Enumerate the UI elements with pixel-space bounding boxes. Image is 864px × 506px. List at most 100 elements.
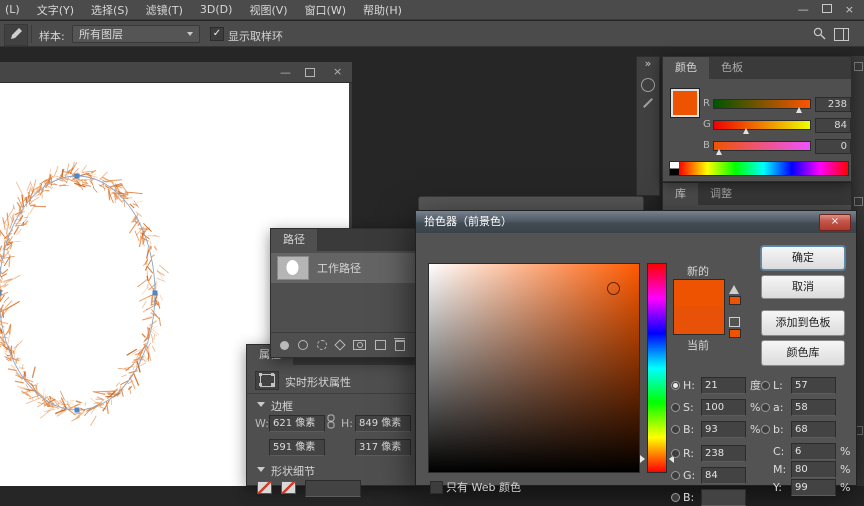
color-picker-titlebar[interactable]: 拾色器（前景色） × <box>416 211 856 233</box>
blue-value-input[interactable]: 0 <box>815 139 851 154</box>
y-input[interactable]: 99 <box>791 479 836 496</box>
dock-panel-icon-1[interactable] <box>641 78 655 92</box>
blue-slider[interactable] <box>713 141 811 151</box>
document-titlebar[interactable]: — × <box>0 62 352 83</box>
s-radio[interactable] <box>671 403 680 412</box>
b2-radio[interactable] <box>671 493 680 502</box>
width-input[interactable]: 621 像素 <box>269 415 325 432</box>
eyedropper-tool-button[interactable] <box>4 24 28 46</box>
c-input[interactable]: 6 <box>791 443 836 460</box>
stroke-path-icon[interactable] <box>298 340 308 350</box>
fill-color-chip[interactable] <box>257 481 272 494</box>
menu-item-help[interactable]: 帮助(H) <box>363 2 402 18</box>
chevron-down-icon[interactable] <box>257 467 265 472</box>
search-button[interactable] <box>812 26 827 44</box>
stroke-width-input[interactable] <box>305 480 361 497</box>
red-slider-handle[interactable] <box>796 107 802 113</box>
app-minimize-button[interactable]: — <box>798 3 809 16</box>
b-input[interactable]: 93 <box>701 421 746 438</box>
hue-strip[interactable] <box>647 263 667 473</box>
color-spectrum-ramp[interactable] <box>669 161 849 176</box>
menu-item-filter[interactable]: 滤镜(T) <box>146 2 183 18</box>
show-sampling-ring-checkbox[interactable]: ✓ <box>210 27 224 41</box>
lab-b-radio[interactable] <box>761 425 770 434</box>
dock-panel-icon-2[interactable] <box>643 98 653 108</box>
fill-path-icon[interactable] <box>280 341 289 350</box>
menu-item-type[interactable]: 文字(Y) <box>37 2 74 18</box>
r-radio[interactable] <box>671 449 680 458</box>
menu-item-layer[interactable]: (L) <box>5 3 20 16</box>
menu-item-window[interactable]: 窗口(W) <box>305 2 346 18</box>
l-input[interactable]: 57 <box>791 377 836 394</box>
x-input[interactable]: 591 像素 <box>269 439 325 456</box>
add-mask-icon[interactable] <box>353 340 366 350</box>
hue-slider-arrow-left[interactable] <box>640 455 645 463</box>
tab-color[interactable]: 颜色 <box>663 57 709 79</box>
field-label: B: <box>683 423 698 436</box>
expand-dock-button[interactable]: » <box>637 57 659 70</box>
s-input[interactable]: 100 <box>701 399 746 416</box>
sv-marker[interactable] <box>607 282 620 295</box>
green-slider-handle[interactable] <box>743 128 749 134</box>
stroke-color-chip[interactable] <box>281 481 296 494</box>
link-dimensions-icon[interactable] <box>325 414 337 430</box>
add-to-swatches-button[interactable]: 添加到色板 <box>761 310 845 336</box>
cancel-button[interactable]: 取消 <box>761 275 845 299</box>
tab-paths[interactable]: 路径 <box>271 229 317 251</box>
field-unit: % <box>840 463 854 476</box>
b-radio[interactable] <box>671 425 680 434</box>
l-radio[interactable] <box>761 381 770 390</box>
doc-minimize-button[interactable]: — <box>280 66 291 79</box>
path-to-selection-icon[interactable] <box>317 340 327 350</box>
app-close-button[interactable]: × <box>845 3 854 16</box>
color-libraries-button[interactable]: 颜色库 <box>761 340 845 366</box>
green-value-input[interactable]: 84 <box>815 118 851 133</box>
a-input[interactable]: 58 <box>791 399 836 416</box>
work-path-row[interactable]: 工作路径 <box>271 253 419 283</box>
r-input[interactable]: 238 <box>701 445 746 462</box>
foreground-swatch[interactable] <box>671 89 699 117</box>
g-input[interactable]: 84 <box>701 467 746 484</box>
gamut-warning-button[interactable] <box>729 285 741 305</box>
sv-gradient[interactable] <box>428 263 640 473</box>
delete-path-icon[interactable] <box>395 340 405 351</box>
web-safe-button[interactable] <box>729 317 741 338</box>
blue-slider-handle[interactable] <box>716 149 722 155</box>
m-input[interactable]: 80 <box>791 461 836 478</box>
h-input[interactable]: 21 <box>701 377 746 394</box>
selection-to-path-icon[interactable] <box>334 339 345 350</box>
menu-item-3d[interactable]: 3D(D) <box>200 3 233 16</box>
dock-tab-icon-1[interactable] <box>854 62 863 71</box>
b2-input[interactable] <box>701 489 746 506</box>
g-radio[interactable] <box>671 471 680 480</box>
tab-swatches[interactable]: 色板 <box>709 57 755 79</box>
green-slider[interactable] <box>713 120 811 130</box>
doc-maximize-button[interactable] <box>305 68 315 77</box>
height-input[interactable]: 849 像素 <box>355 415 411 432</box>
ok-button[interactable]: 确定 <box>761 246 845 270</box>
lab-b-input[interactable]: 68 <box>791 421 836 438</box>
red-value-input[interactable]: 238 <box>815 97 851 112</box>
dialog-close-button[interactable]: × <box>819 214 851 231</box>
tab-libraries[interactable]: 库 <box>663 183 698 205</box>
app-maximize-button[interactable] <box>822 3 832 16</box>
spectrum-rainbow[interactable] <box>679 162 848 175</box>
doc-close-button[interactable]: × <box>333 65 342 78</box>
menu-item-view[interactable]: 视图(V) <box>249 2 287 18</box>
h-radio[interactable] <box>671 381 680 390</box>
sample-dropdown[interactable]: 所有图层 <box>72 25 200 43</box>
dock-tab-icon-2[interactable] <box>854 197 863 206</box>
panel-menu-button[interactable] <box>843 57 851 79</box>
menu-item-select[interactable]: 选择(S) <box>91 2 129 18</box>
a-radio[interactable] <box>761 403 770 412</box>
red-slider[interactable] <box>713 99 811 109</box>
spectrum-bw-cap[interactable] <box>670 162 679 175</box>
chevron-down-icon[interactable] <box>257 402 265 407</box>
tab-adjustments[interactable]: 调整 <box>698 183 744 205</box>
web-only-checkbox[interactable] <box>430 481 443 494</box>
workspace-icon[interactable] <box>834 28 849 41</box>
new-path-icon[interactable] <box>375 340 386 350</box>
collapsed-dock: » <box>636 56 660 196</box>
y-input[interactable]: 317 像素 <box>355 439 411 456</box>
color-panel: 颜色 色板 R 238 G 84 B 0 <box>662 56 852 182</box>
